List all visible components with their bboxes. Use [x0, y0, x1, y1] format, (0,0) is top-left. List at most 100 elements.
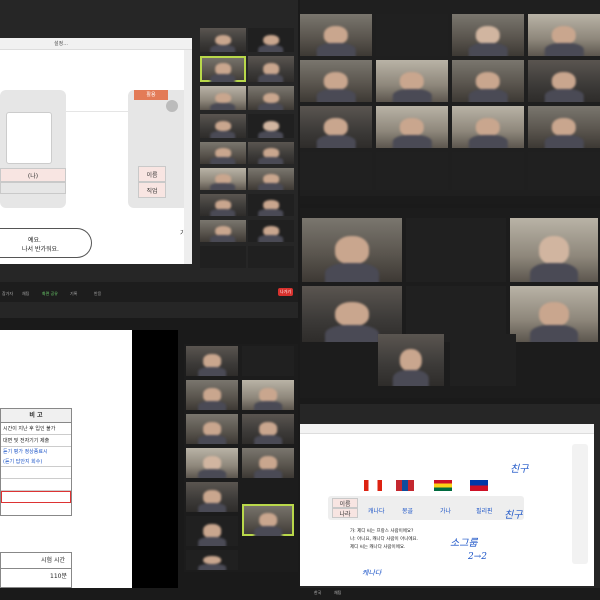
middle-right-gallery — [300, 208, 600, 398]
handwriting-note: 캐나다 — [362, 569, 382, 577]
handwriting-note: 친구 — [510, 464, 529, 475]
participant-strip — [200, 28, 296, 268]
exam-time-table: 시험 시간 110분 — [0, 552, 72, 588]
video-tile[interactable] — [248, 28, 294, 52]
video-tile[interactable] — [186, 380, 238, 410]
gallery-toolbar — [300, 196, 600, 204]
row-label-name: 이름 — [146, 171, 158, 179]
video-tile[interactable] — [248, 220, 294, 242]
video-tile[interactable] — [450, 334, 516, 386]
video-tile[interactable] — [300, 14, 372, 56]
video-tile[interactable] — [378, 334, 444, 386]
video-tile[interactable] — [528, 60, 600, 102]
video-tile[interactable] — [248, 86, 294, 110]
video-tile[interactable] — [248, 246, 294, 268]
video-tile[interactable] — [528, 152, 600, 190]
video-tile[interactable] — [186, 550, 238, 570]
left-card: (나) — [0, 90, 66, 208]
handwriting-note: 친구 — [504, 510, 523, 521]
mongolia-flag — [396, 480, 414, 491]
video-tile[interactable] — [200, 168, 246, 190]
video-tile[interactable] — [200, 194, 246, 216]
lesson-slide: 이름 나라 캐나다 몽골 가나 필리핀 가: 제디 씨는 프랑스 사람이에요? … — [300, 424, 594, 586]
exam-document: 비 고 시간이 지난 후 입인 불가 대면 및 전자기기 제출 듣기 평가 정상… — [0, 330, 132, 588]
video-tile[interactable] — [452, 152, 524, 190]
reactions-button[interactable]: 반응 — [94, 291, 101, 297]
video-tile[interactable] — [248, 114, 294, 138]
top-right-gallery — [300, 0, 600, 204]
video-tile[interactable] — [302, 218, 402, 282]
video-tile[interactable] — [376, 106, 448, 148]
country-philippines: 필리핀 — [476, 508, 493, 515]
table-header: (나) — [27, 172, 39, 180]
exam-time-label: 시험 시간 — [1, 553, 71, 569]
note-line: (듣기 답안지 회수) — [1, 457, 71, 467]
table-header: 비 고 — [1, 409, 71, 423]
video-tile[interactable] — [376, 14, 448, 56]
flag-row — [352, 474, 492, 496]
video-tile[interactable] — [186, 448, 238, 478]
country-ghana: 가나 — [440, 508, 452, 515]
scrollbar[interactable] — [184, 50, 192, 264]
video-tile[interactable] — [452, 106, 524, 148]
video-tile[interactable] — [300, 152, 372, 190]
video-tile[interactable] — [248, 56, 294, 82]
slide-toolbar — [300, 424, 594, 434]
video-tile[interactable] — [452, 14, 524, 56]
country-mongolia: 몽골 — [402, 508, 414, 515]
note-line: 듣기 평가 정상종료시 — [3, 449, 48, 455]
address-bar[interactable]: 설정... — [0, 38, 192, 50]
video-tile[interactable] — [242, 346, 294, 376]
handwriting-note: 2→2 — [468, 552, 487, 562]
video-tile[interactable] — [200, 220, 246, 242]
video-tile[interactable] — [510, 286, 598, 342]
video-tile[interactable] — [242, 448, 294, 478]
video-tile[interactable] — [200, 142, 246, 164]
video-tile[interactable] — [200, 28, 246, 52]
slide-sidebar[interactable] — [572, 444, 588, 564]
video-tile[interactable] — [200, 86, 246, 110]
share-screen-button[interactable]: 화면 공유 — [42, 291, 58, 297]
video-tile[interactable] — [186, 482, 238, 512]
video-tile[interactable] — [200, 246, 246, 268]
dialog: 가: 제디 씨는 프랑스 사람이에요? 나: 아니요, 캐나다 사람이 아니에요… — [350, 529, 419, 550]
video-tile[interactable] — [248, 142, 294, 164]
highlight-box — [1, 491, 71, 503]
video-tile[interactable] — [300, 106, 372, 148]
browser-window: 설정... ⌕ ⚑ (나) 활용 이름 직업 예요. 나서 반가워요. 가 — [0, 38, 192, 264]
zoom-control[interactable] — [166, 100, 178, 112]
video-tile[interactable] — [242, 380, 294, 410]
video-tile[interactable] — [528, 106, 600, 148]
video-tile[interactable] — [200, 56, 246, 82]
row-label-job: 직업 — [146, 187, 158, 195]
video-tile[interactable] — [242, 504, 294, 536]
video-tile[interactable] — [186, 414, 238, 444]
video-tile[interactable] — [242, 414, 294, 444]
meeting-toolbar: 참가자 채팅 화면 공유 기록 반응 나가기 — [0, 282, 298, 302]
video-tile[interactable] — [200, 114, 246, 138]
record-button[interactable]: 기록 — [70, 291, 77, 297]
video-tile[interactable] — [452, 60, 524, 102]
ghana-flag — [434, 480, 452, 491]
video-tile[interactable] — [376, 152, 448, 190]
participants-button[interactable]: 참가자 — [2, 291, 13, 297]
activity-tab[interactable]: 활용 — [134, 90, 168, 100]
video-tile[interactable] — [406, 218, 506, 282]
canada-flag — [364, 480, 382, 491]
chat-button[interactable]: 채팅 — [22, 291, 29, 297]
video-tile[interactable] — [186, 346, 238, 376]
video-tile[interactable] — [248, 194, 294, 216]
chip[interactable]: 채팅 — [334, 590, 341, 596]
video-tile[interactable] — [376, 60, 448, 102]
chip[interactable]: 한국 — [314, 590, 321, 596]
lesson-toolbar: 한국 채팅 — [300, 588, 600, 600]
video-tile[interactable] — [248, 168, 294, 190]
country-canada: 캐나다 — [368, 508, 385, 515]
video-tile[interactable] — [528, 14, 600, 56]
video-tile[interactable] — [510, 218, 598, 282]
bottom-middle-gallery — [184, 344, 298, 572]
top-left-screen-share: 설정... ⌕ ⚑ (나) 활용 이름 직업 예요. 나서 반가워요. 가 — [0, 0, 298, 318]
video-tile[interactable] — [186, 516, 238, 546]
leave-button[interactable]: 나가기 — [278, 288, 294, 296]
video-tile[interactable] — [300, 60, 372, 102]
